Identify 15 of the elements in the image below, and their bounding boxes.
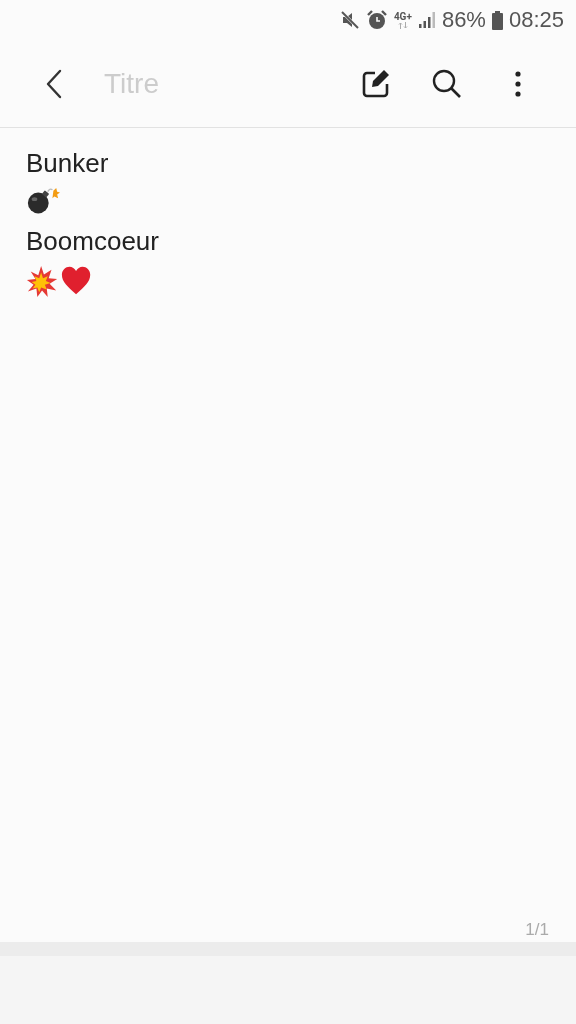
search-icon	[432, 68, 462, 99]
page-indicator: 1/1	[525, 920, 549, 940]
more-icon	[515, 70, 521, 97]
mute-icon	[339, 10, 360, 30]
alarm-icon	[365, 9, 388, 31]
battery-percent: 86%	[441, 7, 486, 33]
battery-icon	[491, 10, 503, 30]
note-text: Boomcoeur	[26, 226, 159, 257]
edit-icon	[362, 68, 390, 99]
data-arrows-icon	[397, 22, 408, 29]
back-icon	[46, 68, 62, 99]
signal-icon	[417, 11, 436, 29]
clock: 08:25	[508, 7, 564, 33]
network-type: 4G+	[393, 11, 412, 22]
note-text: Bunker	[26, 148, 109, 179]
